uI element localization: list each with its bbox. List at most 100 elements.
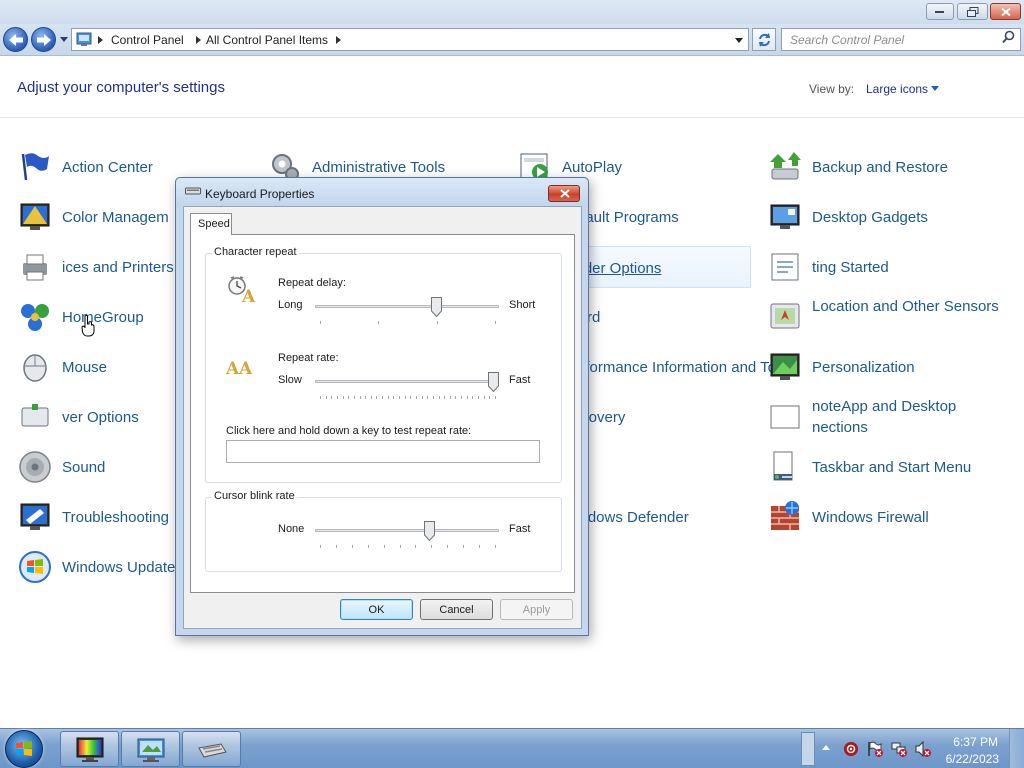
taskbar-display-app[interactable]: [60, 731, 119, 767]
taskbar-scroll-handle[interactable]: [801, 732, 815, 766]
search-icon[interactable]: [1002, 30, 1015, 44]
cp-item-noteapp-and-desktop-nections[interactable]: noteApp and Desktop nections: [766, 396, 1001, 438]
cp-item-label: Troubleshooting: [62, 509, 170, 526]
start-button[interactable]: [5, 730, 43, 768]
cursor-blink-max-label: Fast: [509, 523, 531, 535]
navigation-bar: Control Panel All Control Panel Items: [0, 24, 1024, 56]
network-disconnected-icon[interactable]: [891, 741, 907, 757]
cp-item-label: Windows Firewall: [812, 509, 929, 526]
action-center-flag-icon[interactable]: [867, 741, 883, 757]
cursor-blink-ticks: [320, 545, 496, 549]
repeat-delay-icon: A: [228, 276, 256, 304]
taskbar-control-panel[interactable]: [121, 731, 180, 767]
forward-button[interactable]: [31, 27, 56, 52]
cp-item-backup-and-restore[interactable]: Backup and Restore: [766, 146, 1001, 188]
svg-text:A: A: [226, 359, 240, 378]
address-dropdown-icon[interactable]: [734, 37, 744, 44]
header-divider: [0, 117, 1024, 118]
cancel-button[interactable]: Cancel: [420, 599, 493, 620]
taskbar-icon: [773, 451, 793, 481]
address-field[interactable]: Control Panel All Control Panel Items: [71, 28, 749, 51]
close-window-button[interactable]: [990, 3, 1021, 20]
cp-item-taskbar-and-start-menu[interactable]: Taskbar and Start Menu: [766, 446, 1001, 488]
dialog-titlebar[interactable]: Keyboard Properties: [176, 178, 588, 206]
back-button[interactable]: [3, 27, 28, 52]
mouse-icon: [23, 354, 47, 382]
cp-item-label: ices and Printers: [62, 259, 174, 276]
minimize-button[interactable]: [926, 3, 954, 20]
repeat-delay-slider-track[interactable]: [315, 305, 499, 308]
location-icon: [770, 303, 800, 329]
cp-item-ting-started[interactable]: ting Started: [766, 246, 1001, 288]
cp-item-windows-firewall[interactable]: Windows Firewall: [766, 496, 1001, 538]
speaker-icon: [19, 451, 51, 483]
breadcrumb-separator-icon[interactable]: [336, 36, 341, 44]
breadcrumb-separator-icon[interactable]: [196, 36, 201, 44]
monitor-icon: [76, 737, 104, 762]
window-titlebar: [0, 0, 1024, 24]
repeat-rate-max-label: Fast: [509, 374, 531, 386]
keyboard-properties-dialog: Keyboard Properties Speed Character repe…: [175, 177, 589, 636]
repeat-delay-slider-thumb[interactable]: [430, 297, 442, 317]
speed-tab-panel: Character repeat A Repeat delay: Long Sh…: [190, 234, 575, 593]
back-arrow-icon: [9, 34, 23, 46]
cursor-blink-slider-thumb[interactable]: [423, 521, 435, 541]
forward-arrow-icon: [37, 34, 51, 46]
repeat-delay-max-label: Short: [509, 299, 536, 311]
volume-muted-icon[interactable]: [915, 741, 931, 757]
dialog-close-button[interactable]: [548, 185, 580, 202]
repeat-rate-slider-thumb[interactable]: [488, 372, 499, 392]
clock-date[interactable]: 6/22/2023: [943, 752, 999, 766]
cursor-blink-slider-track[interactable]: [315, 529, 499, 532]
view-by-label: View by:: [809, 82, 855, 96]
troubleshooting-icon: [20, 503, 50, 530]
cp-item-label: Location and Other Sensors: [812, 298, 999, 315]
breadcrumb-control-panel[interactable]: Control Panel: [111, 33, 184, 47]
cp-item-personalization[interactable]: Personalization: [766, 346, 1001, 388]
clock-time[interactable]: 6:37 PM: [950, 735, 998, 749]
cp-item-location-and-other-sensors[interactable]: Location and Other Sensors: [766, 296, 1001, 338]
homegroup-icon: [21, 304, 49, 331]
ok-button[interactable]: OK: [340, 599, 413, 620]
breadcrumb-all-items[interactable]: All Control Panel Items: [206, 33, 328, 47]
repeat-rate-label: Repeat rate:: [278, 352, 339, 364]
taskbar: 6:37 PM 6/22/2023: [0, 728, 1024, 768]
cp-item-label: ting Started: [812, 259, 889, 276]
hand-cursor-icon: [81, 315, 95, 337]
cp-item-label: Taskbar and Start Menu: [812, 459, 972, 476]
color-management-icon: [20, 203, 50, 230]
cp-item-desktop-gadgets[interactable]: Desktop Gadgets: [766, 196, 1001, 238]
backup-icon: [770, 152, 801, 180]
taskbar-keyboard-properties[interactable]: [182, 731, 241, 767]
repeat-rate-slider-track[interactable]: [315, 380, 499, 383]
repeat-delay-label: Repeat delay:: [278, 277, 346, 289]
cp-item-label: Personalization: [812, 359, 915, 376]
control-panel-icon: [76, 32, 92, 46]
control-panel-icon: [137, 738, 165, 762]
show-hidden-icons-icon[interactable]: [822, 745, 830, 750]
cp-item-label: Performance Information and Tools: [562, 359, 796, 376]
search-input[interactable]: [781, 28, 1021, 51]
view-by-dropdown[interactable]: Large icons: [866, 82, 928, 96]
recent-pages-chevron-icon[interactable]: [59, 34, 69, 46]
restore-icon: [966, 6, 978, 17]
cp-item-label: Backup and Restore: [812, 159, 948, 176]
printer-icon: [23, 254, 47, 281]
character-repeat-label: Character repeat: [212, 246, 299, 258]
chevron-down-icon[interactable]: [931, 86, 939, 91]
test-repeat-input[interactable]: [226, 440, 540, 463]
gadgets-icon: [770, 204, 800, 229]
refresh-icon: [759, 33, 770, 47]
restore-button[interactable]: [957, 3, 988, 20]
tab-speed[interactable]: Speed: [190, 213, 232, 235]
power-icon: [21, 404, 49, 427]
keyboard-icon: [198, 743, 227, 758]
flag-icon: [21, 153, 49, 181]
apply-button[interactable]: Apply: [500, 599, 573, 620]
refresh-button[interactable]: [752, 28, 776, 51]
minimize-icon: [935, 10, 944, 13]
cp-item-label: AutoPlay: [562, 159, 623, 176]
show-desktop-button[interactable]: [1009, 729, 1024, 768]
cp-item-label: Color Managem: [62, 209, 169, 226]
security-alert-icon[interactable]: [843, 741, 859, 757]
